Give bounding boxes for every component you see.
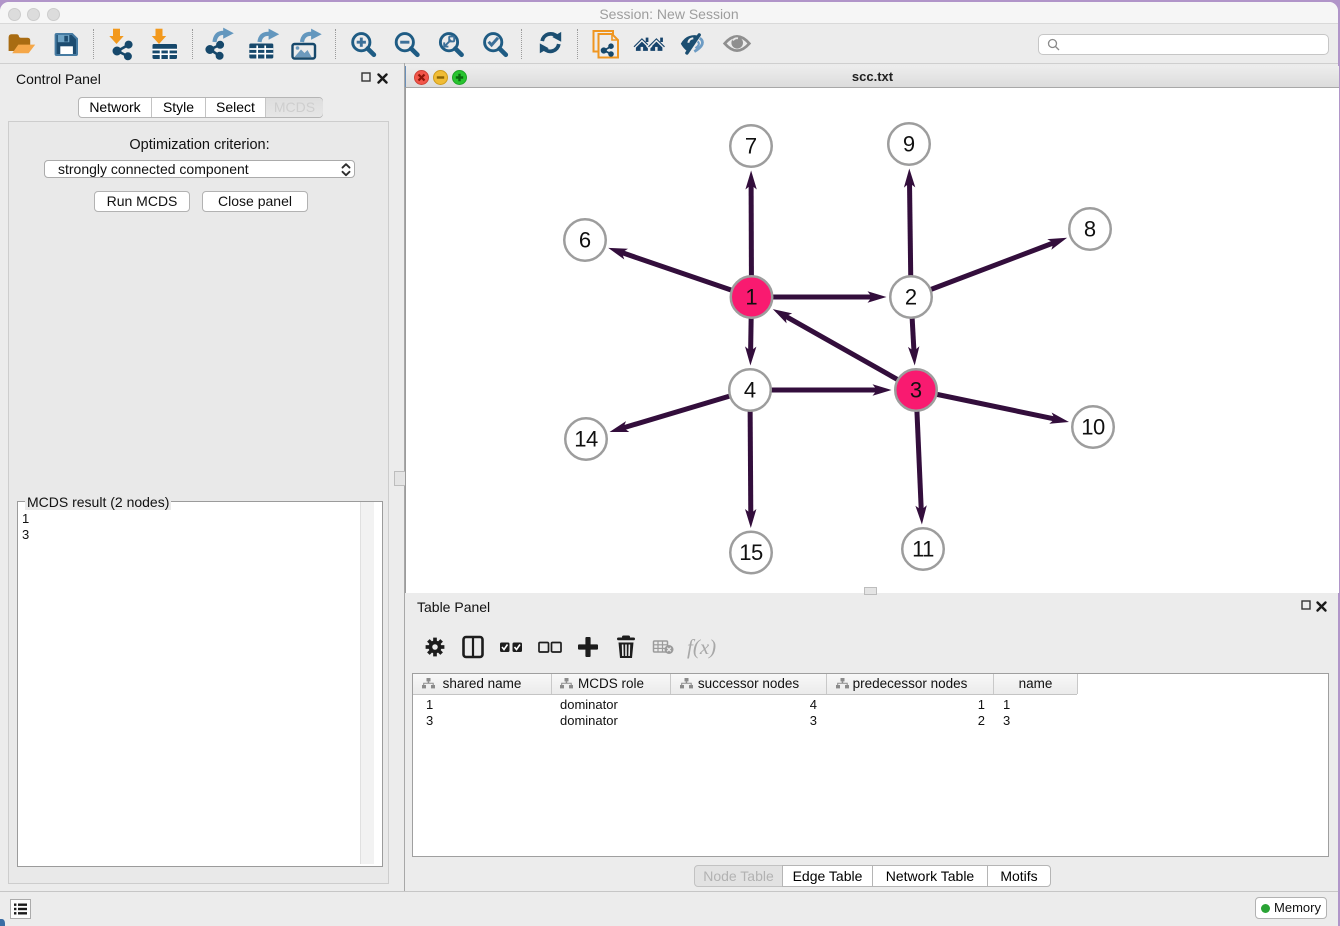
svg-text:1: 1 xyxy=(745,285,757,310)
svg-text:6: 6 xyxy=(579,228,591,253)
svg-text:4: 4 xyxy=(744,378,756,403)
svg-text:9: 9 xyxy=(903,132,915,157)
svg-text:14: 14 xyxy=(574,427,598,452)
svg-text:f(x): f(x) xyxy=(687,635,716,659)
svg-text:7: 7 xyxy=(745,134,757,159)
svg-text:15: 15 xyxy=(739,540,763,565)
svg-text:2: 2 xyxy=(905,285,917,310)
svg-text:3: 3 xyxy=(910,378,922,403)
svg-text:11: 11 xyxy=(912,537,934,562)
svg-text:8: 8 xyxy=(1084,217,1096,242)
svg-text:10: 10 xyxy=(1081,415,1105,440)
